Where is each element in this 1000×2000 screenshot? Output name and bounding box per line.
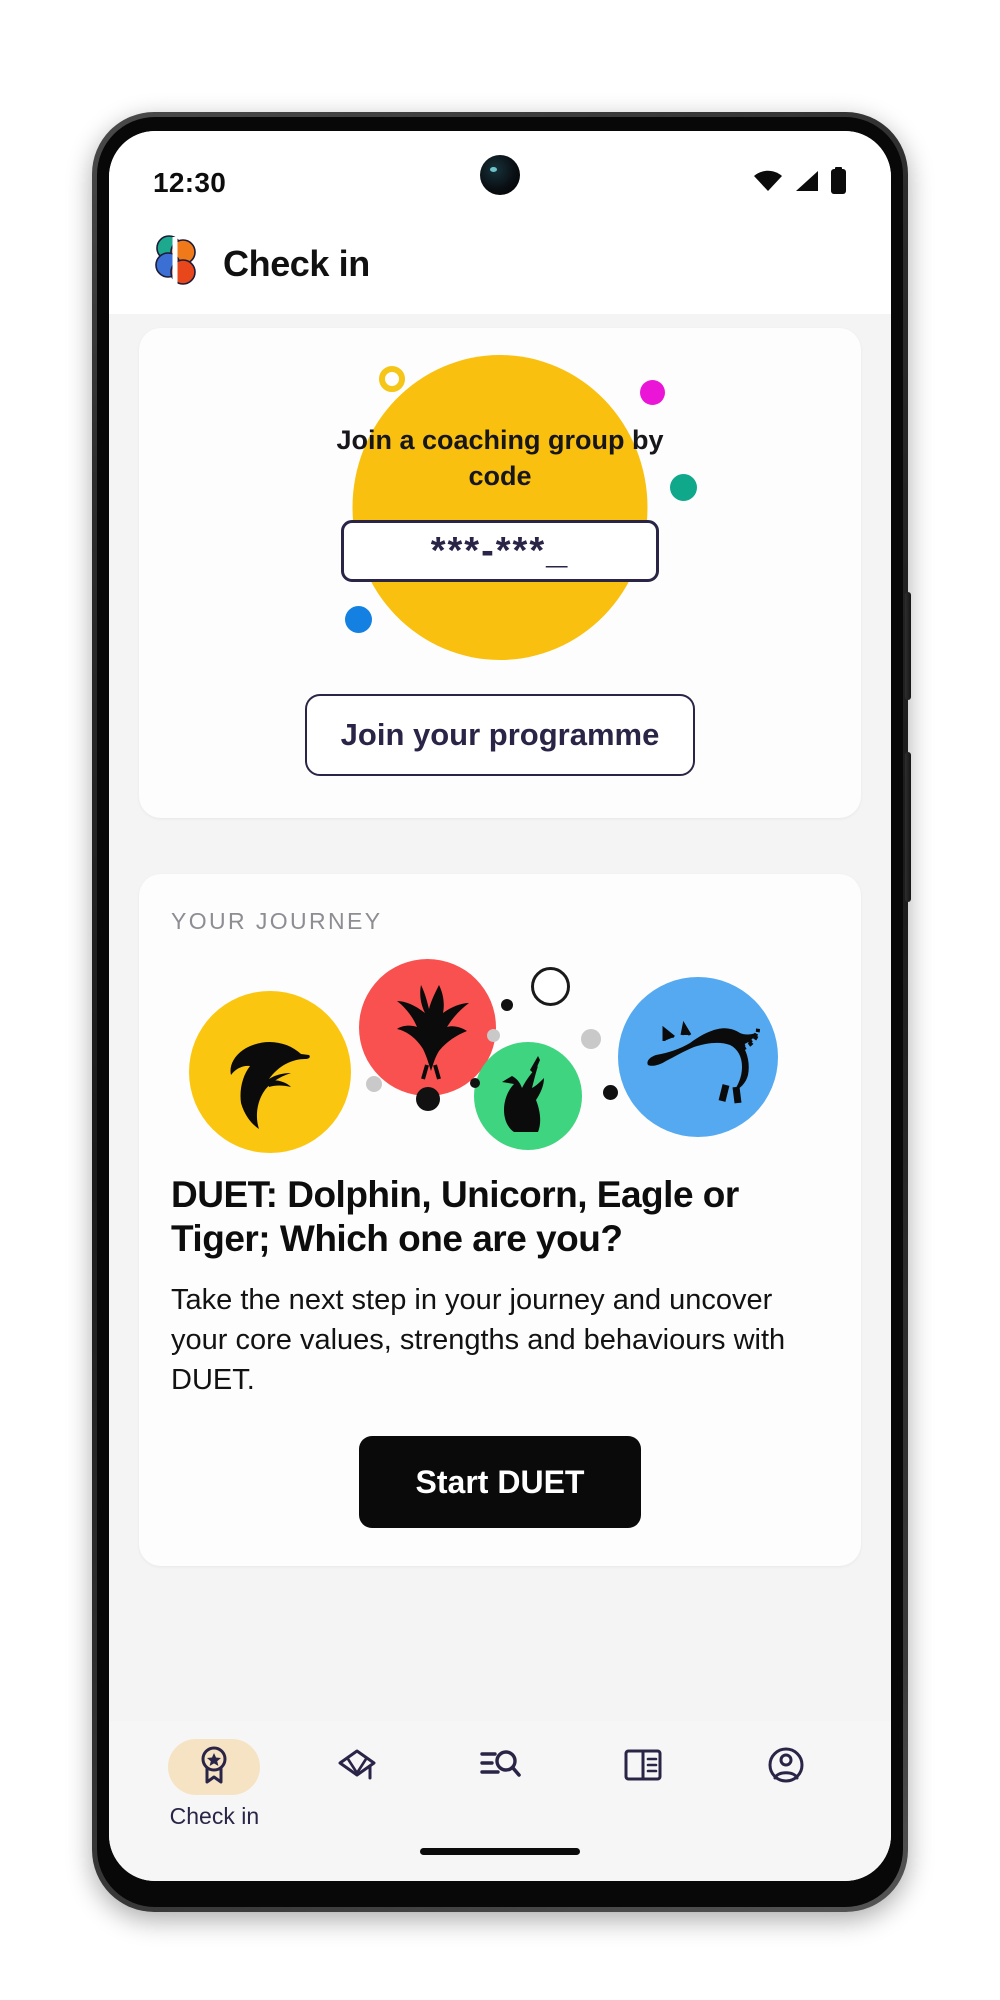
wifi-icon — [753, 169, 783, 198]
join-coaching-group-card: Join a coaching group by code ***-***_ J… — [139, 328, 861, 818]
app-logo-icon — [153, 235, 199, 292]
tiger-bubble-icon — [618, 977, 778, 1137]
graduation-cap-icon — [337, 1745, 377, 1790]
journey-section-kicker: YOUR JOURNEY — [171, 908, 383, 934]
join-programme-button[interactable]: Join your programme — [305, 694, 695, 776]
nav-pill — [311, 1739, 403, 1795]
journey-illustration — [171, 957, 829, 1157]
cellular-signal-icon — [793, 169, 820, 198]
unicorn-bubble-icon — [474, 1042, 582, 1150]
dolphin-bubble-icon — [189, 991, 351, 1153]
app-header: Check in — [109, 217, 891, 314]
profile-avatar-icon — [766, 1745, 806, 1790]
join-card-heading: Join a coaching group by code — [336, 425, 664, 491]
phone-screen: 12:30 Check in Join a coaching group by … — [109, 131, 891, 1881]
battery-icon — [830, 167, 847, 199]
nav-item-search[interactable] — [429, 1739, 572, 1803]
status-bar: 12:30 — [109, 131, 891, 217]
decorative-black-dot-icon — [470, 1078, 480, 1088]
decorative-blue-dot-icon — [345, 606, 372, 633]
power-button[interactable] — [905, 592, 911, 700]
nav-item-library[interactable] — [571, 1739, 714, 1803]
status-bar-time: 12:30 — [153, 167, 227, 198]
decorative-magenta-dot-icon — [640, 380, 665, 405]
decorative-black-dot-icon — [501, 999, 513, 1011]
yellow-blob-shape — [352, 355, 648, 660]
nav-active-pill — [168, 1739, 261, 1795]
nav-item-profile[interactable] — [714, 1739, 857, 1803]
decorative-grey-dot-icon — [366, 1076, 382, 1092]
page-title: Check in — [223, 242, 370, 284]
nav-pill — [740, 1739, 832, 1795]
phone-bezel: 12:30 Check in Join a coaching group by … — [97, 117, 903, 1907]
journey-description: Take the next step in your journey and u… — [171, 1284, 786, 1397]
nav-item-check-in[interactable]: Check in — [143, 1739, 286, 1830]
decorative-white-ring-icon — [531, 967, 570, 1006]
join-code-input[interactable]: ***-***_ — [341, 520, 659, 582]
decorative-teal-dot-icon — [670, 474, 697, 501]
nav-pill — [597, 1739, 689, 1795]
scroll-content: Join a coaching group by code ***-***_ J… — [109, 314, 891, 1694]
phone-frame: 12:30 Check in Join a coaching group by … — [92, 112, 911, 1912]
nav-item-learn[interactable] — [286, 1739, 429, 1803]
eagle-bubble-icon — [359, 959, 496, 1096]
decorative-grey-dot-icon — [487, 1029, 500, 1042]
your-journey-card: YOUR JOURNEY DUET: Dolphin, Unicorn, Eag… — [139, 874, 861, 1567]
decorative-black-dot-icon — [603, 1085, 618, 1100]
decorative-grey-dot-icon — [581, 1029, 601, 1049]
search-list-icon — [479, 1746, 521, 1789]
bottom-navigation-bar: Check in — [109, 1721, 891, 1881]
journey-title: DUET: Dolphin, Unicorn, Eagle or Tiger; … — [171, 1174, 739, 1259]
volume-button[interactable] — [905, 752, 911, 902]
start-duet-button[interactable]: Start DUET — [359, 1436, 641, 1529]
book-reader-icon — [623, 1747, 663, 1788]
decorative-black-dot-icon — [416, 1087, 440, 1111]
award-ribbon-icon — [195, 1745, 233, 1790]
front-camera-punch-hole — [480, 155, 520, 195]
decorative-yellow-ring-icon — [379, 366, 405, 392]
nav-label-check-in: Check in — [169, 1803, 260, 1829]
nav-pill — [454, 1739, 546, 1795]
status-bar-icons — [753, 167, 847, 199]
home-indicator[interactable] — [420, 1848, 580, 1855]
